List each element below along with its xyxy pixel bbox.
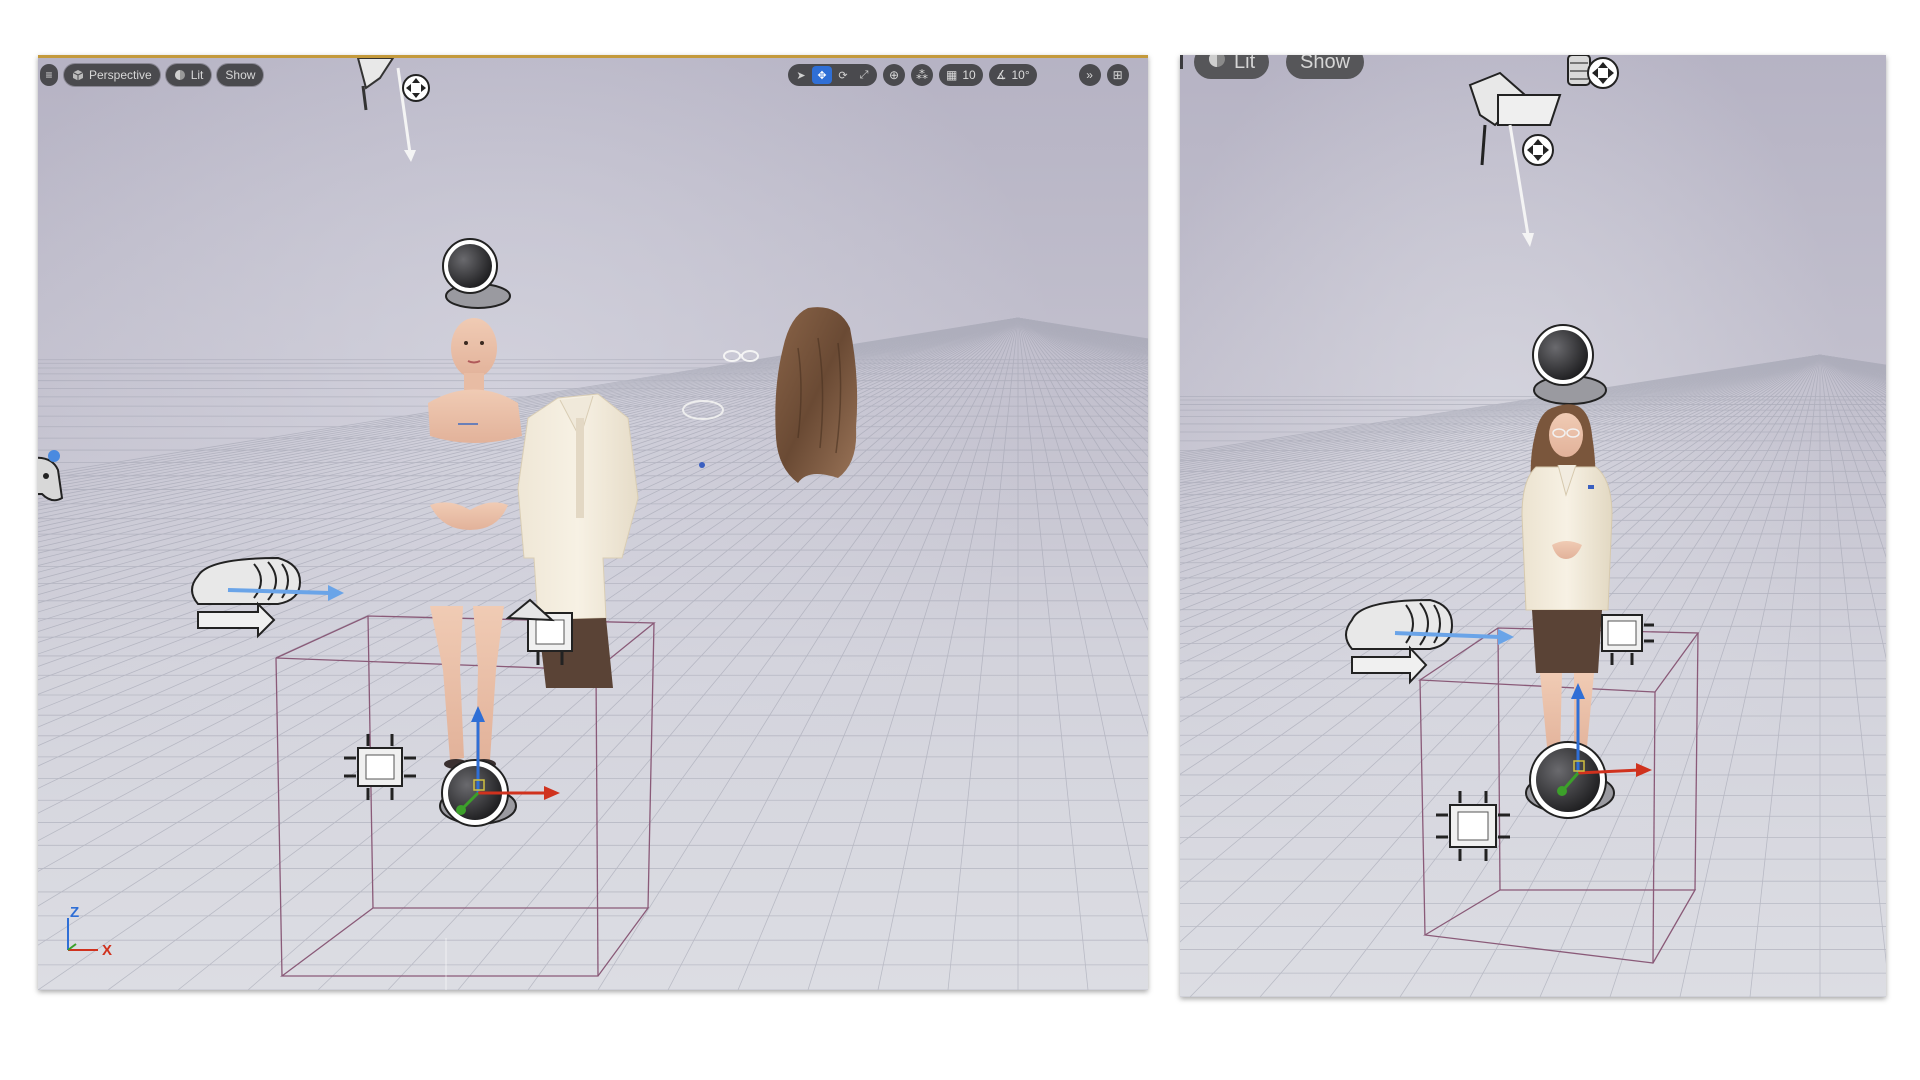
grid-snap-button[interactable]: ▦ 10 xyxy=(939,64,983,86)
rotation-snap-button[interactable]: ∡ 10° xyxy=(988,64,1037,86)
left-viewport[interactable]: Z X ≡ Perspective Lit Show ➤ ✥ ⟳ ⤢ ⊕ ⁂ ▦… xyxy=(38,55,1148,990)
layout-grid-icon[interactable]: ⊞ xyxy=(1106,64,1129,86)
show-button[interactable]: Show xyxy=(1286,55,1365,79)
rotation-snap-value: 10° xyxy=(1011,68,1030,82)
angle-icon: ∡ xyxy=(995,68,1007,82)
axis-z-label: Z xyxy=(70,904,80,921)
show-button[interactable]: Show xyxy=(217,64,264,86)
expand-chevron-icon[interactable]: » xyxy=(1078,64,1101,86)
left-scene[interactable] xyxy=(38,58,1148,990)
show-label: Show xyxy=(225,68,256,82)
scale-tool-icon[interactable]: ⤢ xyxy=(854,66,874,84)
viewport-menu-button[interactable]: ≡ xyxy=(40,64,58,86)
small-dot-marker xyxy=(699,462,705,468)
lit-label: Lit xyxy=(1234,55,1256,73)
hamburger-icon: ≡ xyxy=(45,68,53,82)
lit-label: Lit xyxy=(190,68,204,82)
viewport-toolbar-left: ≡ Perspective Lit Show xyxy=(40,64,264,86)
viewport-toolbar-right: ➤ ✥ ⟳ ⤢ ⊕ ⁂ ▦ 10 ∡ 10° » ⊞ xyxy=(788,64,1129,86)
perspective-button[interactable]: Perspective xyxy=(64,64,160,86)
cube-icon xyxy=(72,69,84,81)
lit-sphere-icon xyxy=(174,69,186,81)
lit-button[interactable]: Lit xyxy=(1194,55,1270,79)
viewport-edge-handle xyxy=(1180,55,1183,69)
rotate-tool-icon[interactable]: ⟳ xyxy=(833,66,853,84)
player-start-icon[interactable] xyxy=(38,450,64,502)
show-label: Show xyxy=(1300,55,1351,73)
hair-mesh[interactable] xyxy=(775,307,858,483)
lit-sphere-icon xyxy=(1208,55,1226,74)
right-scene[interactable] xyxy=(1180,55,1886,997)
axis-x-label: X xyxy=(102,942,113,959)
grid-icon: ▦ xyxy=(946,68,958,82)
lit-button[interactable]: Lit xyxy=(165,64,212,86)
grid-snap-value: 10 xyxy=(962,68,976,82)
world-space-icon[interactable]: ⊕ xyxy=(883,64,905,86)
move-tool-icon[interactable]: ✥ xyxy=(812,66,832,84)
transform-tools: ➤ ✥ ⟳ ⤢ xyxy=(788,64,877,86)
right-viewport[interactable]: Lit Show xyxy=(1180,55,1886,997)
select-tool-icon[interactable]: ➤ xyxy=(791,66,811,84)
perspective-label: Perspective xyxy=(89,68,152,82)
surface-snap-icon[interactable]: ⁂ xyxy=(911,64,933,86)
